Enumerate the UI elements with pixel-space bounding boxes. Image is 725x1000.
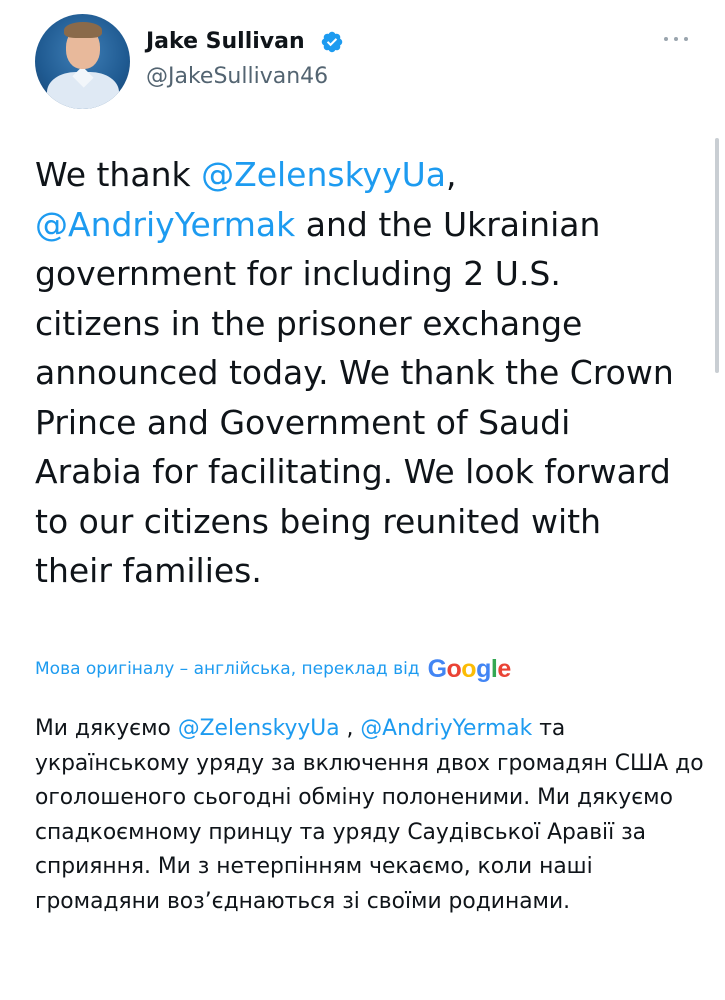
- more-options-icon[interactable]: [664, 32, 688, 46]
- tweet-text: We thank @ZelenskyyUa, @AndriyYermak and…: [35, 150, 675, 596]
- tweet-text-part: We thank: [35, 155, 202, 194]
- mention-link[interactable]: @ZelenskyyUa: [201, 155, 446, 194]
- tweet-text-part: ,: [445, 155, 457, 194]
- google-logo-letter: o: [461, 654, 477, 683]
- translated-text-part: ,: [339, 716, 361, 741]
- translated-text-part: Ми дякуємо: [35, 716, 178, 741]
- translated-text: Ми дякуємо @ZelenskyyUa , @AndriyYermak …: [35, 712, 715, 919]
- google-logo: Google: [427, 654, 512, 684]
- mention-link[interactable]: @AndriyYermak: [35, 205, 295, 244]
- translation-note[interactable]: Мова оригіналу – англійська, переклад ві…: [35, 659, 420, 679]
- scrollbar[interactable]: [715, 138, 719, 373]
- author-avatar[interactable]: [35, 14, 130, 109]
- mention-link[interactable]: @ZelenskyyUa: [178, 716, 340, 741]
- google-logo-letter: G: [427, 654, 447, 683]
- translation-attribution[interactable]: Мова оригіналу – англійська, переклад ві…: [35, 653, 511, 685]
- translated-text-part: та українському уряду за включення двох …: [35, 716, 704, 914]
- google-logo-letter: o: [446, 654, 462, 683]
- verified-badge-icon: [321, 31, 343, 53]
- google-logo-letter: g: [476, 654, 491, 683]
- author-handle[interactable]: @JakeSullivan46: [146, 63, 328, 91]
- google-logo-letter: e: [497, 654, 511, 683]
- author-name[interactable]: Jake Sullivan: [146, 28, 305, 56]
- mention-link[interactable]: @AndriyYermak: [360, 716, 532, 741]
- tweet-card: Jake Sullivan @JakeSullivan46 We thank @…: [0, 0, 725, 1000]
- tweet-text-part: and the Ukrainian government for includi…: [35, 204, 674, 591]
